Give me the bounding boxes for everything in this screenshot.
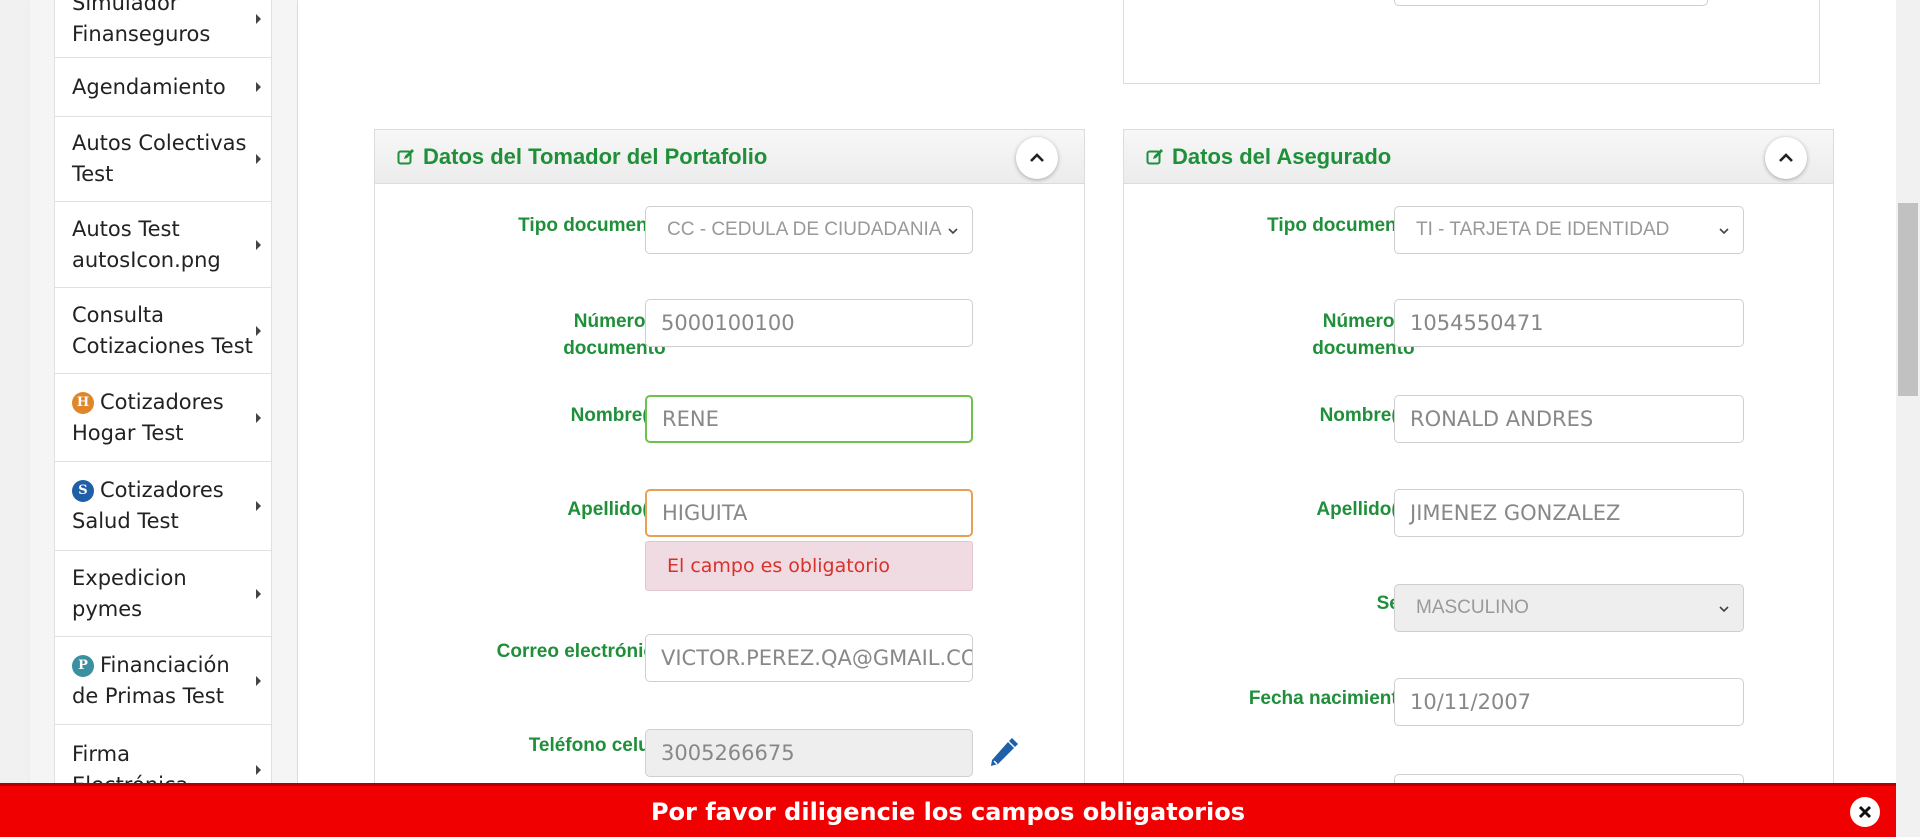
primas-icon: P (72, 654, 94, 677)
sidebar-item-autos-colectivas-test[interactable]: Autos Colectivas Test (54, 117, 272, 202)
tomador-correo-label: Correo electrónico* (496, 641, 673, 662)
caret-right-icon (256, 154, 261, 164)
asegurado-numero-documento-label: Número de documento* (1312, 311, 1422, 359)
main-content: Datos del Tomador del Portafolio Tipo do… (298, 0, 1896, 837)
salud-icon: S (72, 480, 94, 502)
asegurado-nombre-label: Nombre(s)* (1319, 405, 1422, 426)
caret-right-icon (256, 764, 261, 775)
tomador-telefono-input[interactable]: 3005266675 (645, 729, 973, 777)
asegurado-panel-header: Datos del Asegurado (1124, 130, 1833, 184)
sidebar-item-simulador-finanseguros[interactable]: Simulador Finanseguros (54, 0, 272, 58)
pencil-edit-icon[interactable] (988, 736, 1018, 768)
chevron-up-icon (1030, 153, 1044, 162)
tomador-apellido-label: Apellido(s)* (567, 499, 673, 520)
chevron-down-icon (1719, 606, 1729, 613)
asegurado-sexo-label: Sexo (1134, 590, 1422, 617)
previous-section-field[interactable] (1394, 0, 1708, 6)
tomador-nombre-input[interactable]: RENE (645, 395, 973, 443)
tomador-panel-header: Datos del Tomador del Portafolio (375, 130, 1084, 184)
sidebar-item-autos-test[interactable]: Autos Test autosIcon.png (54, 202, 272, 288)
tomador-tipo-documento-label: Tipo documento* (518, 215, 673, 236)
scrollbar-track[interactable] (1896, 0, 1920, 837)
tomador-correo-input[interactable]: VICTOR.PEREZ.QA@GMAIL.COM (645, 634, 973, 682)
asegurado-sexo-select[interactable]: MASCULINO (1394, 584, 1744, 632)
sidebar-item-financiacion-primas-test[interactable]: P Financiación de Primas Test (54, 637, 272, 725)
tomador-collapse-button[interactable] (1016, 137, 1058, 179)
caret-right-icon (256, 325, 261, 336)
asegurado-panel: Datos del Asegurado Tipo documento* TI -… (1123, 129, 1834, 837)
tomador-telefono-label: Teléfono celular (528, 735, 673, 756)
edit-icon (1146, 148, 1163, 164)
tomador-panel: Datos del Tomador del Portafolio Tipo do… (374, 129, 1085, 837)
toast-message: Por favor diligencie los campos obligato… (650, 797, 1246, 826)
caret-right-icon (256, 412, 261, 423)
caret-right-icon (256, 239, 261, 250)
error-toast: Por favor diligencie los campos obligato… (0, 783, 1896, 837)
asegurado-collapse-button[interactable] (1765, 137, 1807, 179)
caret-right-icon (256, 13, 261, 24)
sidebar-item-cotizadores-salud-test[interactable]: S Cotizadores Salud Test (54, 462, 272, 551)
sidebar-container: Simulador Finanseguros Agendamiento Autos… (30, 0, 297, 837)
tomador-apellido-input[interactable]: HIGUITA (645, 489, 973, 537)
tomador-numero-documento-label: Número de documento* (563, 311, 673, 359)
scrollbar-thumb[interactable] (1898, 203, 1918, 396)
tomador-numero-documento-input[interactable]: 5000100100 (645, 299, 973, 347)
sidebar-item-agendamiento[interactable]: Agendamiento (54, 58, 272, 117)
edit-icon (397, 148, 414, 164)
caret-right-icon (256, 588, 261, 599)
asegurado-tipo-documento-label: Tipo documento* (1267, 215, 1422, 236)
close-icon (1858, 805, 1872, 819)
sidebar-item-cotizadores-hogar-test[interactable]: H Cotizadores Hogar Test (54, 374, 272, 462)
sidebar-item-consulta-cotizaciones-test[interactable]: Consulta Cotizaciones Test (54, 288, 272, 374)
asegurado-panel-title: Datos del Asegurado (1172, 143, 1392, 169)
asegurado-tipo-documento-select[interactable]: TI - TARJETA DE IDENTIDAD (1394, 206, 1744, 254)
caret-right-icon (256, 675, 261, 686)
apellido-error-message: El campo es obligatorio (645, 541, 973, 591)
asegurado-numero-documento-input[interactable]: 1054550471 (1394, 299, 1744, 347)
chevron-down-icon (1719, 228, 1729, 235)
asegurado-fecha-nacimiento-input[interactable]: 10/11/2007 (1394, 678, 1744, 726)
tomador-nombre-label: Nombre(s)* (570, 405, 673, 426)
toast-close-button[interactable] (1850, 797, 1880, 827)
hogar-icon: H (72, 391, 94, 414)
asegurado-apellido-input[interactable]: JIMENEZ GONZALEZ (1394, 489, 1744, 537)
caret-right-icon (256, 82, 261, 92)
caret-right-icon (256, 501, 261, 511)
asegurado-fecha-nacimiento-label: Fecha nacimiento * (1248, 688, 1422, 709)
chevron-up-icon (1779, 153, 1793, 162)
sidebar-item-expedicion-pymes[interactable]: Expedicion pymes (54, 551, 272, 637)
asegurado-nombre-input[interactable]: RONALD ANDRES (1394, 395, 1744, 443)
asegurado-apellido-label: Apellido(s)* (1316, 499, 1422, 520)
chevron-down-icon (948, 228, 958, 235)
tomador-panel-title: Datos del Tomador del Portafolio (423, 143, 768, 169)
previous-section-panel (1123, 0, 1820, 84)
tomador-tipo-documento-select[interactable]: CC - CEDULA DE CIUDADANIA (645, 206, 973, 254)
